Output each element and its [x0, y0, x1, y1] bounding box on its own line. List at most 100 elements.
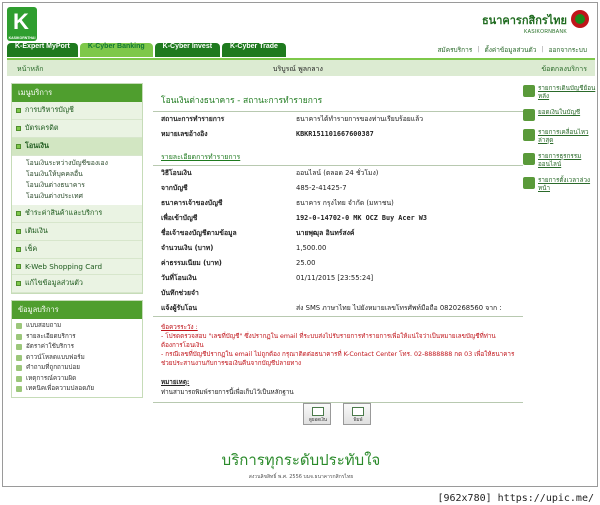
tab-k-cyber-invest[interactable]: K-Cyber Invest [154, 43, 221, 57]
detail-row: เพื่อเข้าบัญชี 192-0-14702-0 MK OCZ Buy A… [153, 211, 523, 226]
kbank-logo[interactable]: K KASIKORNTHAI [7, 7, 37, 41]
submenu-other-person[interactable]: โอนเงินให้บุคคลอื่น [26, 169, 142, 180]
detail-row: จำนวนเงิน (บาท) 1,500.00 [153, 241, 523, 256]
detail-row: วิธีโอนเงิน ออนไลน์ (ตลอด 24 ชั่วโมง) [153, 166, 523, 181]
field-label: ชื่อเจ้าของบัญชีตามข้อมูล [161, 229, 237, 237]
lock-icon [16, 386, 22, 393]
menu-item-transfer[interactable]: โอนเงิน [12, 138, 142, 156]
incident-icon [16, 375, 22, 382]
field-value: 01/11/2015 [23:55:24] [296, 274, 374, 282]
field-label: สถานะการทำรายการ [161, 115, 225, 123]
user-name: บริบูรณ์ พูลกลาง [273, 65, 323, 73]
tab-k-expert[interactable]: K-Expert MyPort [7, 43, 78, 57]
service-fees[interactable]: อัตราค่าใช้บริการ [16, 342, 138, 353]
bullet-icon [16, 211, 21, 216]
logout-link[interactable]: ออกจากระบบ [549, 45, 587, 55]
shortcut-label: รายการเคลื่อนไหวล่าสุด [538, 129, 589, 144]
submenu-overseas[interactable]: โอนเงินต่างประเทศ [26, 191, 142, 202]
footer-copyright: สงวนลิขสิทธิ์ พ.ศ. 2556 บมจ.ธนาคารกสิกรไ… [248, 474, 354, 480]
shortcut-label: รายการธุรกรรมออนไลน์ [538, 153, 582, 168]
menu-item-topup[interactable]: เติมเงิน [12, 223, 142, 241]
menu-item-credit-card[interactable]: บัตรเครดิต [12, 120, 142, 138]
view-balance-button[interactable]: ดูยอดเงิน [303, 403, 331, 425]
shortcut-balance[interactable]: ยอดเงินในบัญชี [523, 109, 597, 121]
service-details[interactable]: รายละเอียดบริการ [16, 332, 138, 343]
service-faq[interactable]: คำถามที่ถูกถามบ่อย [16, 363, 138, 374]
field-label: จากบัญชี [161, 184, 188, 192]
menu-item-account[interactable]: การบริหารบัญชี [12, 102, 142, 120]
bank-name-english: KASIKORNBANK [523, 29, 567, 35]
register-link[interactable]: สมัครบริการ [437, 45, 472, 55]
submenu-other-bank[interactable]: โอนเงินต่างธนาคาร [26, 180, 142, 191]
fees-icon [16, 344, 22, 351]
footer-slogan: บริการทุกระดับประทับใจ [221, 451, 381, 469]
service-menu: เมนูบริการ การบริหารบัญชี บัตรเครดิต โอน… [11, 83, 143, 294]
field-value: 25.00 [296, 259, 316, 267]
service-survey[interactable]: แบบสอบถาม [16, 321, 138, 332]
tab-k-cyber-trade[interactable]: K-Cyber Trade [222, 43, 286, 57]
field-label: จำนวนเงิน (บาท) [161, 244, 214, 252]
shortcut-recent[interactable]: รายการเคลื่อนไหวล่าสุด [523, 129, 597, 145]
service-label: ดาวน์โหลดแบบฟอร์ม [26, 353, 85, 361]
top-links: สมัครบริการ | ตั้งค่าข้อมูลส่วนตัว | ออก… [437, 45, 587, 55]
service-label: รายละเอียดบริการ [26, 332, 76, 340]
remark-title: หมายเหตุ: [161, 379, 190, 386]
field-value: KBKR151101667600387 [296, 130, 374, 138]
service-info-title: ข้อมูลบริการ [12, 301, 142, 319]
separator: | [477, 45, 480, 53]
shortcut-online-transactions[interactable]: รายการธุรกรรมออนไลน์ [523, 153, 597, 169]
menu-item-payment[interactable]: ชำระค่าสินค้าและบริการ [12, 205, 142, 223]
menu-item-label: K-Web Shopping Card [25, 262, 103, 271]
field-value: 192-0-14702-0 MK OCZ Buy Acer W3 [296, 214, 427, 222]
recent-icon [523, 129, 535, 141]
balance-icon [523, 109, 535, 121]
agreement-link[interactable]: ข้อตกลงบริการ [541, 64, 587, 75]
menu-item-label: เช็ค [25, 244, 38, 253]
home-link[interactable]: หน้าหลัก [17, 64, 43, 75]
menu-item-cheque[interactable]: เช็ค [12, 241, 142, 259]
service-security[interactable]: เทคนิคเพื่อความปลอดภัย [16, 384, 138, 395]
service-label: เทคนิคเพื่อความปลอดภัย [26, 385, 95, 392]
field-value: ส่ง SMS ภาษาไทย ไปยังหมายเลขโทรศัพท์มือถ… [296, 304, 502, 312]
field-label: บันทึกช่วยจำ [161, 289, 199, 297]
menu-item-label: ชำระค่าสินค้าและบริการ [25, 208, 103, 217]
detail-row: บันทึกช่วยจำ [153, 286, 523, 301]
service-label: เหตุการณ์ความผิด [26, 374, 77, 382]
service-label: แบบสอบถาม [26, 322, 62, 329]
product-tabs: K-Expert MyPort K-Cyber Banking K-Cyber … [7, 43, 286, 57]
shortcut-scheduled[interactable]: รายการตั้งเวลาล่วงหน้า [523, 177, 597, 193]
service-forms[interactable]: ดาวน์โหลดแบบฟอร์ม [16, 353, 138, 364]
button-label: ดูยอดเงิน [309, 418, 327, 423]
service-incidents[interactable]: เหตุการณ์ความผิด [16, 374, 138, 385]
menu-item-profile[interactable]: แก้ไขข้อมูลส่วนตัว [12, 275, 142, 293]
download-icon [16, 354, 22, 361]
bullet-icon [16, 108, 21, 113]
clock-icon [523, 177, 535, 189]
field-value: ธนาคารได้ทำรายการของท่านเรียบร้อยแล้ว [296, 115, 424, 123]
detail-row: ชื่อเจ้าของบัญชีตามข้อมูล นายพุฒุล อินทร์… [153, 226, 523, 241]
details-icon [16, 333, 22, 340]
right-shortcuts: รายการเดินบัญชีย้อนหลัง ยอดเงินในบัญชี ร… [523, 85, 597, 201]
remark-text: ท่านสามารถพิมพ์รายการนี้เพื่อเก็บไว้เป็น… [161, 389, 294, 396]
tab-k-cyber-banking[interactable]: K-Cyber Banking [79, 43, 153, 57]
warning-title: ข้อควรระวัง : [161, 324, 198, 331]
logo-letter: K [13, 9, 29, 34]
shortcut-statement[interactable]: รายการเดินบัญชีย้อนหลัง [523, 85, 597, 101]
section-title: รายละเอียดการทำรายการ [161, 153, 241, 161]
print-button[interactable]: พิมพ์ [343, 403, 371, 425]
main-content: โอนเงินต่างธนาคาร - สถานะการทำรายการ สถา… [153, 83, 523, 403]
browser-frame: K KASIKORNTHAI ธนาคารกสิกรไทย KASIKORNBA… [2, 2, 598, 487]
settings-link[interactable]: ตั้งค่าข้อมูลส่วนตัว [484, 45, 536, 55]
statement-icon [523, 85, 535, 97]
menu-item-web-shopping[interactable]: K-Web Shopping Card [12, 259, 142, 275]
field-value [296, 289, 515, 298]
action-buttons: ดูยอดเงิน พิมพ์ [303, 403, 371, 425]
left-sidebar: เมนูบริการ การบริหารบัญชี บัตรเครดิต โอน… [11, 83, 143, 404]
detail-row: วันที่โอนเงิน 01/11/2015 [23:55:24] [153, 271, 523, 286]
faq-icon [16, 365, 22, 372]
service-label: อัตราค่าใช้บริการ [26, 343, 74, 350]
detail-row: ธนาคารเจ้าของบัญชี ธนาคาร กรุงไทย จำกัด (… [153, 196, 523, 211]
field-value: นายพุฒุล อินทร์สงค์ [296, 229, 355, 237]
remark: หมายเหตุ: ท่านสามารถพิมพ์รายการนี้เพื่อเ… [153, 374, 523, 402]
submenu-own-account[interactable]: โอนเงินระหว่างบัญชีของเอง [26, 158, 142, 169]
